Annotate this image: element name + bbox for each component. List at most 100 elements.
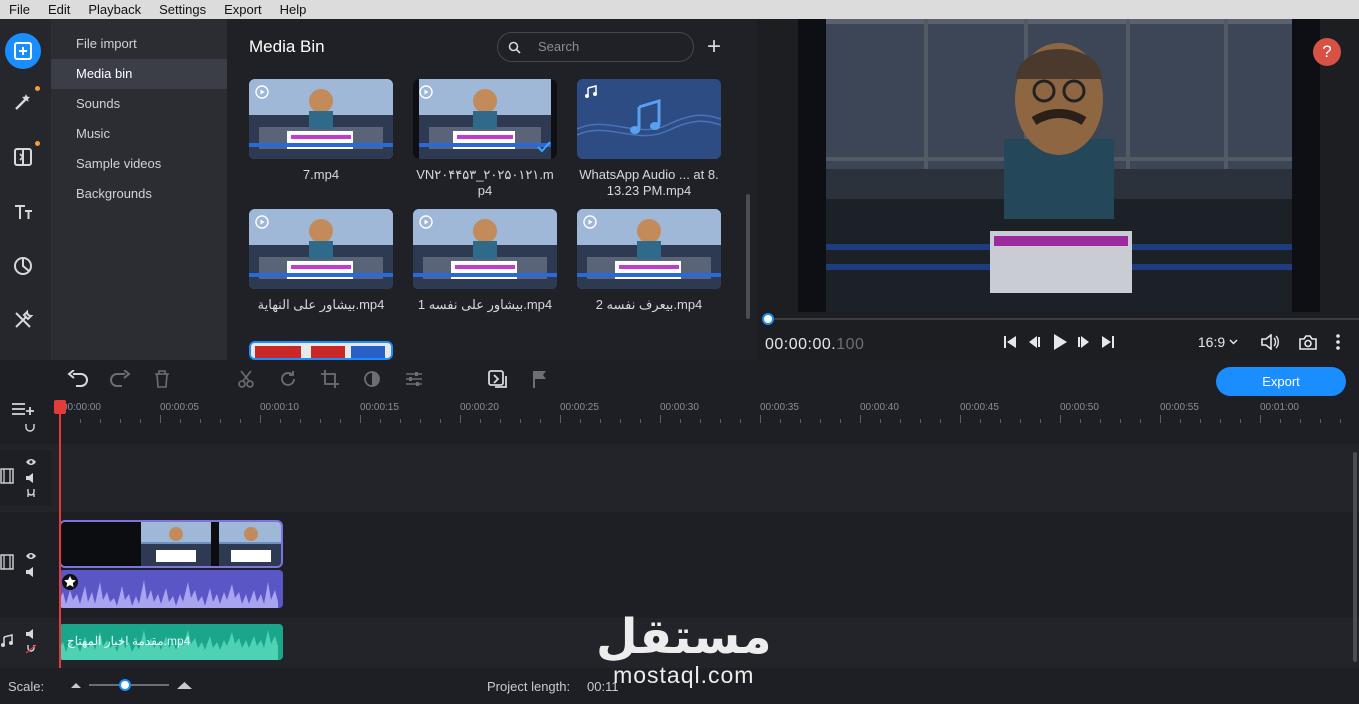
ruler-tick [1320,419,1321,423]
video-clip[interactable] [59,520,283,568]
media-caption: بيعرف نفسه 2.mp4 [595,297,703,312]
export-button[interactable]: Export [1216,367,1346,396]
media-import-icon[interactable] [5,33,41,69]
media-item[interactable]: بيشاور على نفسه 1.mp4 [413,209,557,313]
media-item[interactable]: 7.mp4 [249,79,393,183]
ruler-tick [1140,419,1141,423]
media-item[interactable]: VN۲۰۴۴۵۳_۲۰۲۵۰۱۲۱.mp4 [413,79,557,199]
fit-to-frame-icon[interactable] [487,368,509,390]
magic-wand-icon[interactable] [5,84,41,120]
video-clip-audio[interactable] [59,570,283,608]
menu-help[interactable]: Help [271,2,316,17]
playhead-handle[interactable] [54,400,66,414]
link-icon[interactable] [25,424,35,432]
cut-icon[interactable] [235,368,257,390]
link-off-icon[interactable] [25,644,37,654]
ruler-tick [680,419,681,423]
nav-file-import[interactable]: File import [51,29,227,59]
ruler-tick [1060,415,1061,423]
play-icon[interactable] [1050,332,1070,352]
scale-slider-handle[interactable] [119,679,131,691]
crop-icon[interactable] [319,368,341,390]
nav-music[interactable]: Music [51,119,227,149]
media-item[interactable]: WhatsApp Audio ... at 8.13.23 PM.mp4 [577,79,721,199]
marker-flag-icon[interactable] [529,368,551,390]
ruler-tick [1200,419,1201,423]
nav-media-bin[interactable]: Media bin [51,59,227,89]
tools-icon[interactable] [5,302,41,338]
eye-icon[interactable] [25,458,37,466]
media-caption: WhatsApp Audio ... at 8.13.23 PM.mp4 [579,167,719,198]
play-badge-icon [255,215,269,229]
ruler-time-label: 00:00:25 [560,402,599,413]
ruler-time-label: 00:00:45 [960,402,999,413]
timeline-scrollbar[interactable] [1353,452,1357,662]
zoom-out-icon[interactable] [70,682,82,689]
ruler-tick [600,419,601,423]
ruler-tick [400,419,401,423]
rotate-icon[interactable] [277,368,299,390]
media-item[interactable] [249,341,393,360]
video-thumbnail [249,341,393,360]
delete-icon[interactable] [151,368,173,390]
speaker-icon[interactable] [25,629,37,639]
play-badge-icon [419,215,433,229]
menu-settings[interactable]: Settings [150,2,215,17]
zoom-in-icon[interactable] [176,681,193,690]
help-button[interactable]: ? [1313,38,1341,66]
ruler-tick [380,419,381,423]
media-item[interactable]: بيشاور على النهاية.mp4 [249,209,393,313]
menu-export[interactable]: Export [215,2,271,17]
media-bin-scrollbar[interactable] [746,194,750,319]
clip-properties-icon[interactable] [403,368,425,390]
add-media-icon[interactable]: + [707,35,721,59]
speaker-icon[interactable] [25,473,37,483]
ruler-tick [80,419,81,423]
ruler-tick [440,419,441,423]
ruler-tick [800,419,801,423]
menu-edit[interactable]: Edit [39,2,79,17]
ruler-tick [1340,419,1341,423]
skip-end-icon[interactable] [1099,332,1117,352]
ruler-tick [1160,415,1161,423]
link-icon[interactable] [25,488,37,498]
redo-icon[interactable] [109,368,131,390]
transitions-icon[interactable] [5,139,41,175]
volume-icon[interactable] [1259,332,1281,352]
media-item[interactable]: بيعرف نفسه 2.mp4 [577,209,721,313]
music-clip[interactable]: مقدمة اخبار المهتاج.mp4 [59,624,283,660]
music-note-icon [1,634,13,647]
titles-icon[interactable] [5,194,41,230]
scale-label: Scale: [8,679,45,694]
timeline-ruler[interactable]: 00:00:00 00:00:05 00:00:10 00:00:15 00:00:20… [51,398,1359,424]
music-note-icon [585,85,597,98]
speaker-icon[interactable] [25,567,37,577]
more-options-icon[interactable] [1331,332,1345,352]
nav-sounds[interactable]: Sounds [51,89,227,119]
ruler-tick [340,419,341,423]
ruler-tick [460,415,461,423]
search-input[interactable] [538,39,678,54]
playhead[interactable] [59,408,61,668]
menu-file[interactable]: File [0,2,39,17]
ruler-tick [1040,419,1041,423]
preview-seek-handle[interactable] [762,313,774,325]
stickers-icon[interactable] [5,248,41,284]
aspect-ratio-select[interactable]: 16:9 [1193,332,1243,352]
preview-seek-track[interactable] [767,318,1359,320]
skip-start-icon[interactable] [1001,332,1019,352]
nav-sample-videos[interactable]: Sample videos [51,149,227,179]
undo-icon[interactable] [67,368,89,390]
eye-icon[interactable] [25,552,37,560]
color-adjust-icon[interactable] [361,368,383,390]
preview-timecode: 00:00:00.100 [765,336,864,354]
ruler-tick [560,415,561,423]
video-thumbnail [249,79,393,159]
frame-forward-icon[interactable] [1075,332,1093,352]
menu-playback[interactable]: Playback [79,2,150,17]
snapshot-camera-icon[interactable] [1298,332,1318,352]
frame-back-icon[interactable] [1025,332,1043,352]
nav-backgrounds[interactable]: Backgrounds [51,179,227,209]
search-box[interactable] [497,32,694,62]
add-track-icon[interactable] [11,401,35,417]
